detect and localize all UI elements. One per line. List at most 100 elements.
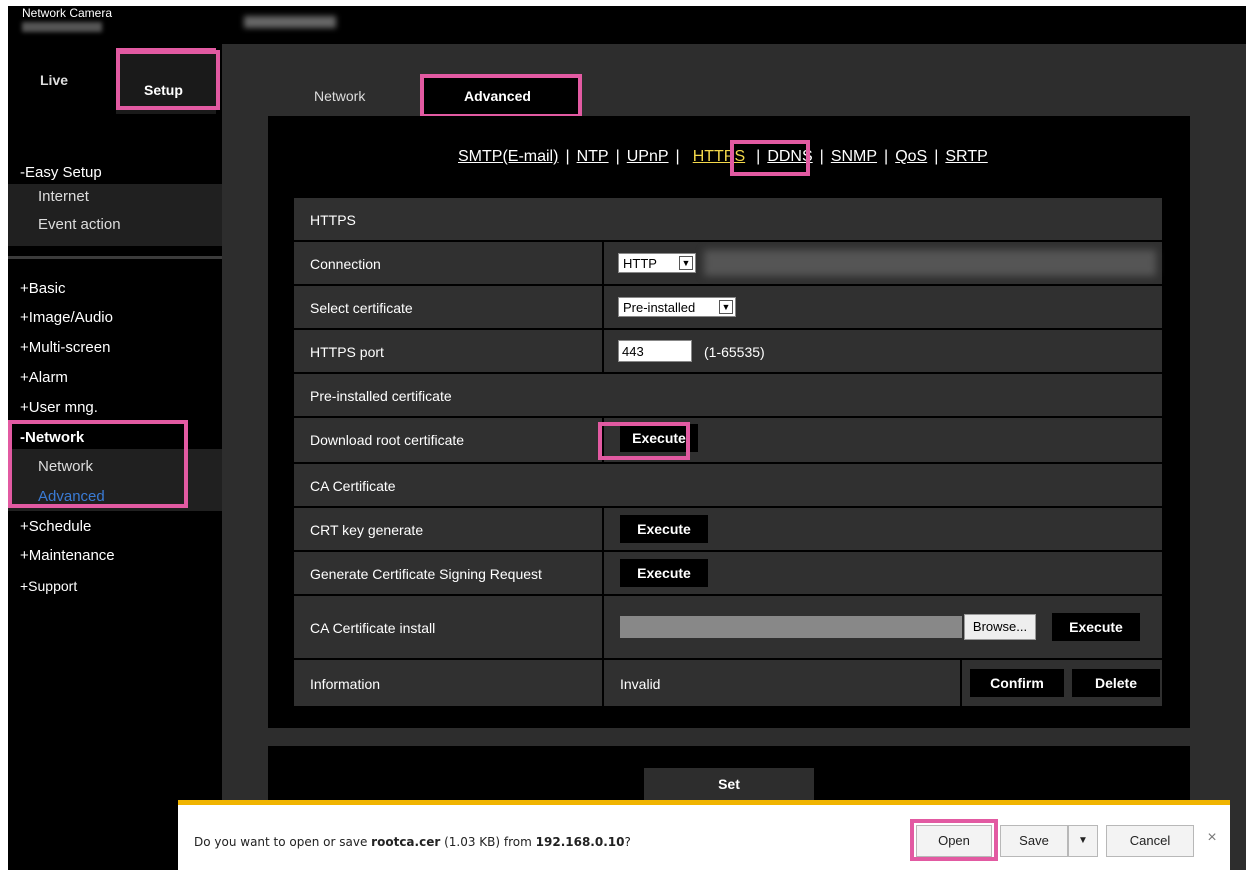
main-content: Network Advanced SMTP(E-mail) | NTP | UPnP | H… [222, 44, 1246, 870]
row-connection: Connection HTTP ▼ [294, 242, 1162, 286]
select-cert-select-value: Pre-installed [623, 300, 696, 315]
sidebar-item-user-mng[interactable]: +User mng. [20, 399, 98, 417]
ca-section-label: CA Certificate [310, 478, 396, 494]
connection-note-blurred [704, 250, 1156, 276]
execute-crt-key-button[interactable]: Execute [620, 515, 708, 543]
advanced-panel: SMTP(E-mail) | NTP | UPnP | HTTPS | DDNS | SNMP | Qo… [268, 116, 1190, 728]
info-label: Information [310, 676, 381, 692]
row-select-certificate: Select certificate Pre-installed ▼ [294, 286, 1162, 330]
sidebar-item-image-audio[interactable]: +Image/Audio [20, 309, 113, 327]
download-message: Do you want to open or save rootca.cer (… [194, 835, 631, 849]
execute-ca-install-button[interactable]: Execute [1052, 613, 1140, 641]
link-ntp[interactable]: NTP [577, 148, 609, 165]
row-ca-install: CA Certificate install Browse... Execute [294, 596, 1162, 660]
sidebar-item-alarm[interactable]: +Alarm [20, 369, 68, 387]
download-file-name: rootca.cer [371, 835, 441, 849]
port-value-cell: (1-65535) [602, 330, 1162, 372]
select-cert-select[interactable]: Pre-installed ▼ [618, 297, 736, 317]
sidebar-item-event-action[interactable]: Event action [38, 216, 121, 233]
section-https: HTTPS [294, 198, 1162, 242]
download-prefix: Do you want to open or save [194, 835, 372, 849]
save-button[interactable]: Save [1000, 825, 1068, 857]
connection-label: Connection [310, 256, 381, 272]
tab-setup[interactable]: Setup [116, 48, 216, 114]
execute-csr-button[interactable]: Execute [620, 559, 708, 587]
connection-select[interactable]: HTTP ▼ [618, 253, 696, 273]
sidebar-item-maintenance[interactable]: +Maintenance [20, 547, 115, 565]
row-csr: Generate Certificate Signing Request Exe… [294, 552, 1162, 596]
download-size: (1.03 KB) from [440, 835, 536, 849]
info-value-cell: Invalid Confirm Delete [602, 660, 1162, 706]
cancel-button[interactable]: Cancel [1106, 825, 1194, 857]
save-options-chevron-icon[interactable]: ▼ [1068, 825, 1098, 857]
tab-setup-label: Setup [144, 82, 183, 98]
ca-install-label: CA Certificate install [310, 620, 436, 636]
section-ca-certificate: CA Certificate [294, 464, 1162, 508]
download-host: 192.168.0.10 [535, 835, 625, 849]
sidebar-item-internet[interactable]: Internet [38, 188, 89, 205]
link-upnp[interactable]: UPnP [627, 148, 669, 165]
select-cert-label: Select certificate [310, 300, 413, 316]
download-root-value-cell: Execute [602, 418, 1162, 462]
connection-value-cell: HTTP ▼ [602, 242, 1162, 284]
close-icon[interactable]: × [1202, 829, 1222, 847]
confirm-button[interactable]: Confirm [970, 669, 1064, 697]
section-https-label: HTTPS [310, 212, 356, 228]
link-ddns[interactable]: DDNS [767, 148, 812, 165]
download-notification-bar: Do you want to open or save rootca.cer (… [178, 800, 1230, 873]
app-window: Network Camera Live Setup -Easy Setup In… [8, 6, 1246, 870]
sidebar: Live Setup -Easy Setup Internet Event ac… [8, 44, 222, 870]
download-root-label: Download root certificate [310, 432, 465, 448]
sidebar-item-schedule[interactable]: +Schedule [20, 518, 91, 536]
execute-download-root-button[interactable]: Execute [620, 424, 698, 452]
link-qos[interactable]: QoS [895, 148, 927, 165]
link-smtp[interactable]: SMTP(E-mail) [458, 148, 558, 165]
brand-model-blurred [22, 22, 102, 32]
set-bar: Set [268, 746, 1190, 806]
protocol-links: SMTP(E-mail) | NTP | UPnP | HTTPS | DDNS | SNMP | Qo… [458, 148, 988, 165]
link-srtp[interactable]: SRTP [945, 148, 987, 165]
delete-button[interactable]: Delete [1072, 669, 1160, 697]
tab-advanced[interactable]: Advanced [420, 74, 580, 114]
sidebar-item-network[interactable]: -Network [20, 429, 84, 447]
sidebar-divider [8, 256, 222, 259]
https-port-input[interactable] [618, 340, 692, 362]
chevron-down-icon: ▼ [679, 256, 693, 270]
link-https[interactable]: HTTPS [693, 148, 745, 165]
sidebar-easy-setup[interactable]: -Easy Setup [20, 164, 102, 182]
sidebar-item-basic[interactable]: +Basic [20, 280, 65, 298]
csr-value-cell: Execute [602, 552, 1162, 594]
sidebar-item-multi-screen[interactable]: +Multi-screen [20, 339, 110, 357]
csr-label: Generate Certificate Signing Request [310, 566, 542, 582]
ca-file-path-field[interactable] [620, 616, 962, 638]
row-crt-key: CRT key generate Execute [294, 508, 1162, 552]
crt-key-label: CRT key generate [310, 522, 424, 538]
set-button[interactable]: Set [644, 768, 814, 800]
port-range-label: (1-65535) [704, 344, 765, 360]
tab-advanced-label: Advanced [464, 88, 531, 104]
link-snmp[interactable]: SNMP [831, 148, 877, 165]
tab-network-label: Network [314, 88, 366, 104]
connection-select-value: HTTP [623, 256, 657, 271]
section-preinstalled: Pre-installed certificate [294, 374, 1162, 418]
tab-live[interactable]: Live [40, 72, 68, 88]
row-download-root: Download root certificate Execute [294, 418, 1162, 464]
download-suffix: ? [624, 835, 631, 849]
select-cert-value-cell: Pre-installed ▼ [602, 286, 1162, 328]
sidebar-item-advanced[interactable]: Advanced [38, 488, 105, 505]
sidebar-item-support[interactable]: +Support [20, 577, 77, 595]
tab-network[interactable]: Network [268, 74, 418, 114]
model-name-blurred [244, 16, 336, 28]
info-separator [960, 660, 962, 706]
brand-label: Network Camera [22, 6, 113, 20]
top-bar: Network Camera [8, 6, 1246, 44]
open-button[interactable]: Open [916, 825, 992, 857]
port-label: HTTPS port [310, 344, 384, 360]
sidebar-item-network-network[interactable]: Network [38, 458, 93, 475]
row-information: Information Invalid Confirm Delete [294, 660, 1162, 708]
ca-install-value-cell: Browse... Execute [602, 596, 1162, 658]
crt-key-value-cell: Execute [602, 508, 1162, 550]
row-https-port: HTTPS port (1-65535) [294, 330, 1162, 374]
browse-button[interactable]: Browse... [964, 614, 1036, 640]
chevron-down-icon: ▼ [719, 300, 733, 314]
